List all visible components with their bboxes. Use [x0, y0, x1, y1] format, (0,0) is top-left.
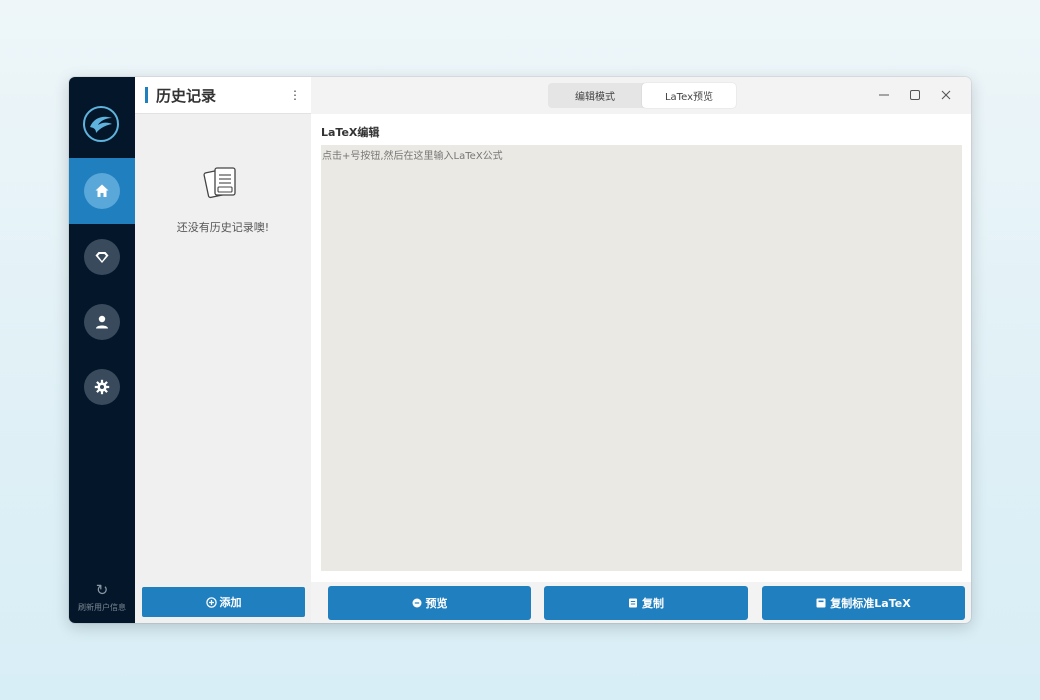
mode-switch: 编辑模式 LaTex预览 — [548, 83, 736, 108]
copy-standard-icon — [816, 598, 826, 608]
editor-panel: LaTeX编辑 — [311, 114, 971, 582]
user-icon — [96, 315, 108, 329]
copy-standard-latex-button[interactable]: 复制标准LaTeX — [762, 586, 965, 620]
empty-history-text: 还没有历史记录噢! — [176, 221, 270, 234]
gear-icon — [94, 379, 110, 395]
refresh-user-info[interactable]: ↻ 刷新用户信息 — [69, 581, 135, 613]
copy-standard-button-label: 复制标准LaTeX — [830, 597, 911, 610]
plus-circle-icon — [205, 596, 217, 608]
preview-button-label: 预览 — [425, 597, 448, 610]
copy-icon — [628, 598, 638, 608]
history-title-accent — [145, 87, 148, 103]
tab-latex-preview[interactable]: LaTex预览 — [642, 83, 736, 108]
history-panel: 历史记录 ⋮ 还没有历史记录噢! 添加 — [135, 77, 311, 623]
app-logo — [83, 106, 119, 142]
preview-icon — [412, 598, 422, 608]
minimize-icon — [879, 94, 889, 96]
nav-settings-circle — [84, 369, 120, 405]
add-button[interactable]: 添加 — [142, 587, 305, 617]
maximize-button[interactable] — [905, 85, 925, 105]
history-title: 历史记录 — [156, 87, 217, 105]
nav-item-gem[interactable] — [69, 224, 135, 290]
nav-item-settings[interactable] — [69, 354, 135, 420]
nav-gem-circle — [84, 239, 120, 275]
editor-label: LaTeX编辑 — [321, 126, 380, 139]
gem-icon — [95, 252, 109, 263]
copy-button-label: 复制 — [642, 597, 664, 610]
home-icon — [95, 184, 109, 197]
maximize-icon — [910, 90, 920, 100]
nav-item-user[interactable] — [69, 289, 135, 355]
refresh-label: 刷新用户信息 — [78, 603, 126, 612]
add-button-label: 添加 — [219, 596, 242, 609]
latex-editor-input[interactable] — [321, 145, 962, 571]
copy-button[interactable]: 复制 — [544, 586, 748, 620]
close-button[interactable] — [936, 85, 956, 105]
nav-item-home[interactable] — [69, 158, 135, 224]
tab-edit-mode[interactable]: 编辑模式 — [548, 83, 642, 108]
app-window: ↻ 刷新用户信息 历史记录 ⋮ 还没有历史记录噢! 添加 编辑模式 LaTex预… — [69, 77, 971, 623]
close-icon — [941, 90, 951, 100]
minimize-button[interactable] — [874, 85, 894, 105]
more-vertical-icon[interactable]: ⋮ — [289, 89, 301, 101]
nav-user-circle — [84, 304, 120, 340]
empty-history-icon — [203, 165, 239, 205]
history-header: 历史记录 ⋮ — [135, 77, 311, 114]
side-nav: ↻ 刷新用户信息 — [69, 77, 135, 623]
nav-home-circle — [84, 173, 120, 209]
refresh-icon: ↻ — [95, 581, 109, 599]
title-bar: 编辑模式 LaTex预览 — [311, 77, 971, 114]
preview-button[interactable]: 预览 — [328, 586, 531, 620]
main-area: 编辑模式 LaTex预览 LaTeX编辑 预览 — [311, 77, 971, 623]
